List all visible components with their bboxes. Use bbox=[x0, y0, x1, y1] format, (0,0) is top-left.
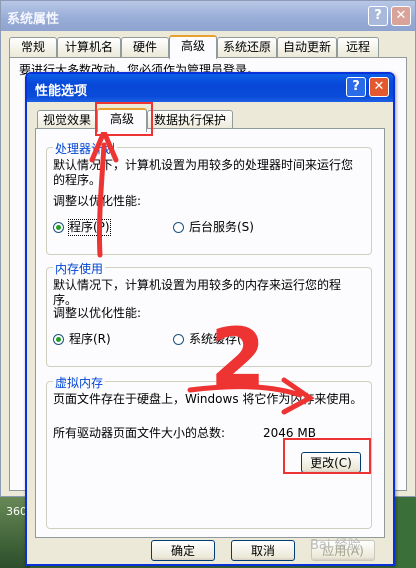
annotation-arrow-1 bbox=[89, 125, 119, 258]
tab-advanced[interactable]: 高级 bbox=[97, 108, 147, 132]
tab-advanced[interactable]: 高级 bbox=[169, 35, 217, 59]
annotation-number: 2 bbox=[210, 311, 266, 404]
annotation-strokes: 2 bbox=[89, 125, 315, 415]
watermark: Bai 经验 bbox=[310, 538, 361, 553]
